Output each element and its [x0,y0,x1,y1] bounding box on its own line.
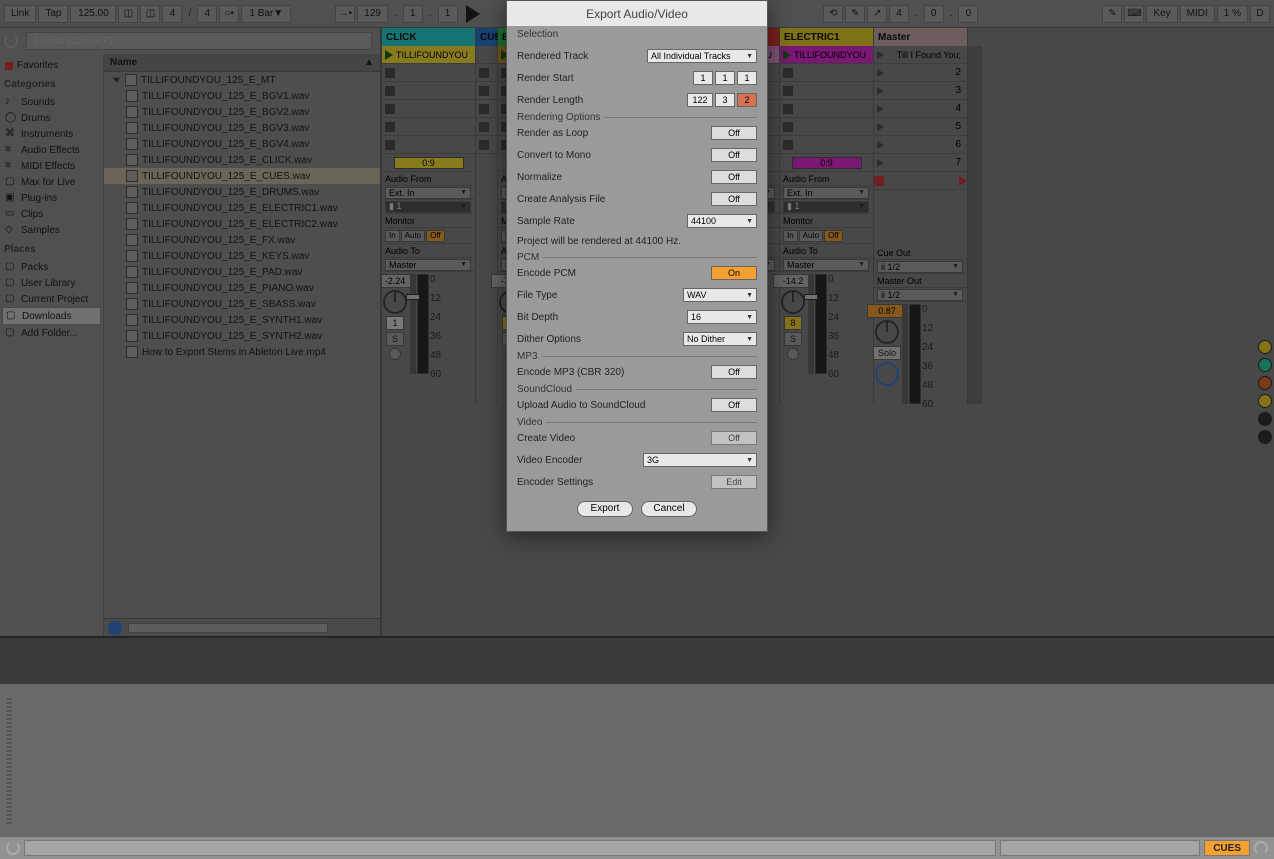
lbl-mp3: Encode MP3 (CBR 320) [517,367,711,378]
lbl-render-start: Render Start [517,73,693,84]
render-loop-toggle[interactable]: Off [711,126,757,140]
sec-video: Video [517,417,546,428]
soundcloud-toggle[interactable]: Off [711,398,757,412]
lbl-rendered-track: Rendered Track [517,51,647,62]
status-expand-icon[interactable] [1254,841,1268,855]
lbl-video-encoder: Video Encoder [517,455,643,466]
sec-rendering: Rendering Options [517,112,604,123]
lbl-soundcloud: Upload Audio to SoundCloud [517,400,711,411]
status-bar: CUES [0,836,1274,859]
filetype-select[interactable]: WAV [683,288,757,302]
status-field-1[interactable] [24,840,996,856]
rendered-track-select[interactable]: All Individual Tracks [647,49,757,63]
lbl-bitdepth: Bit Depth [517,312,687,323]
create-video-toggle[interactable]: Off [711,431,757,445]
mono-toggle[interactable]: Off [711,148,757,162]
vertical-zoom-handle[interactable] [6,698,12,826]
encoder-settings-button[interactable]: Edit [711,475,757,489]
dialog-title: Export Audio/Video [507,1,767,27]
cancel-button[interactable]: Cancel [641,501,697,517]
lbl-render-loop: Render as Loop [517,128,711,139]
lbl-dither: Dither Options [517,334,683,345]
sec-selection: Selection [517,29,562,40]
dither-select[interactable]: No Dither [683,332,757,346]
sec-mp3: MP3 [517,351,542,362]
export-button[interactable]: Export [577,501,633,517]
lbl-normalize: Normalize [517,172,711,183]
render-start-bar[interactable]: 1 [693,71,713,85]
normalize-toggle[interactable]: Off [711,170,757,184]
lbl-samplerate: Sample Rate [517,216,687,227]
lbl-analysis: Create Analysis File [517,194,711,205]
project-info: Project will be rendered at 44100 Hz. [517,232,757,251]
lbl-render-length: Render Length [517,95,687,106]
status-field-2[interactable] [1000,840,1200,856]
lbl-create-video: Create Video [517,433,711,444]
samplerate-select[interactable]: 44100 [687,214,757,228]
render-len-sixteenth[interactable]: 2 [737,93,757,107]
video-encoder-select[interactable]: 3G [643,453,757,467]
lbl-encoder-settings: Encoder Settings [517,477,711,488]
sec-pcm: PCM [517,252,543,263]
lbl-filetype: File Type [517,290,683,301]
lbl-encode-pcm: Encode PCM [517,268,711,279]
render-len-bar[interactable]: 122 [687,93,713,107]
render-len-beat[interactable]: 3 [715,93,735,107]
export-dialog: Export Audio/Video Selection Rendered Tr… [506,0,768,532]
sec-soundcloud: SoundCloud [517,384,576,395]
lbl-mono: Convert to Mono [517,150,711,161]
render-start-beat[interactable]: 1 [715,71,735,85]
analysis-toggle[interactable]: Off [711,192,757,206]
encode-pcm-toggle[interactable]: On [711,266,757,280]
mp3-toggle[interactable]: Off [711,365,757,379]
cues-button[interactable]: CUES [1204,840,1250,856]
render-start-sixteenth[interactable]: 1 [737,71,757,85]
status-collapse-icon[interactable] [6,841,20,855]
bitdepth-select[interactable]: 16 [687,310,757,324]
